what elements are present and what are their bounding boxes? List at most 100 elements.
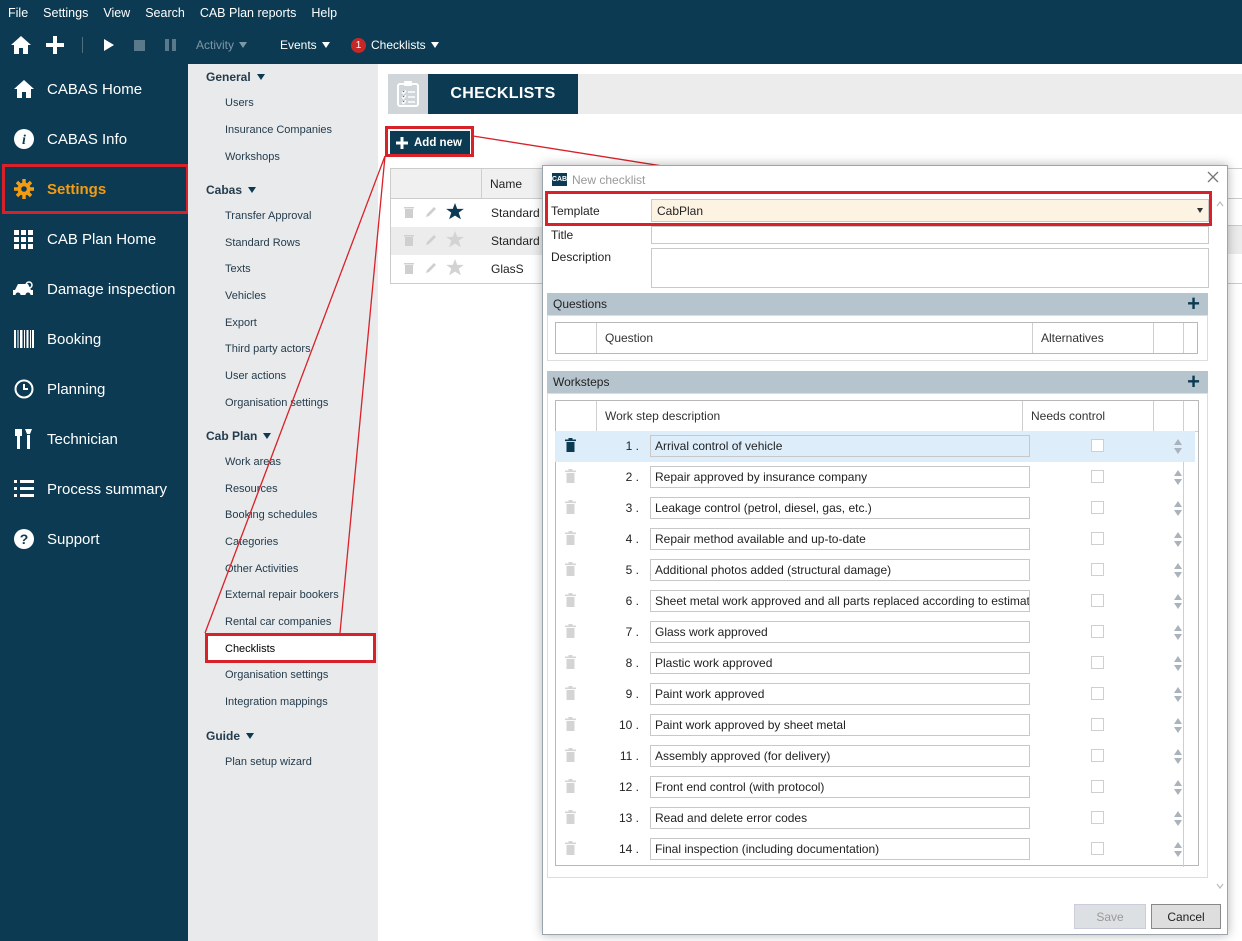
workstep-row[interactable]: 9 . Paint work approved: [555, 679, 1195, 710]
dialog-scrollbar[interactable]: [1213, 196, 1227, 896]
trash-icon[interactable]: [565, 779, 576, 796]
workstep-row[interactable]: 13 . Read and delete error codes: [555, 803, 1195, 834]
trash-icon[interactable]: [565, 624, 576, 641]
reorder-arrows-icon[interactable]: [1173, 468, 1183, 487]
column-divider: [1153, 323, 1154, 353]
title-field[interactable]: [651, 226, 1209, 244]
reorder-arrows-icon[interactable]: [1173, 747, 1183, 766]
column-divider: [1153, 401, 1154, 431]
workstep-number: 13 .: [618, 811, 639, 825]
trash-icon[interactable]: [565, 841, 576, 858]
workstep-description-field[interactable]: Arrival control of vehicle: [650, 435, 1030, 457]
workstep-description-field[interactable]: Read and delete error codes: [650, 807, 1030, 829]
workstep-row[interactable]: 12 . Front end control (with protocol): [555, 772, 1195, 803]
column-divider: [1183, 323, 1184, 353]
workstep-row[interactable]: 7 . Glass work approved: [555, 617, 1195, 648]
add-question-icon[interactable]: +: [1187, 293, 1200, 315]
needs-control-checkbox[interactable]: [1091, 656, 1104, 669]
trash-icon[interactable]: [565, 500, 576, 517]
needs-control-checkbox[interactable]: [1091, 563, 1104, 576]
workstep-description-field[interactable]: Sheet metal work approved and all parts …: [650, 590, 1030, 612]
reorder-arrows-icon[interactable]: [1173, 623, 1183, 642]
trash-icon[interactable]: [565, 438, 576, 455]
workstep-description-field[interactable]: Additional photos added (structural dama…: [650, 559, 1030, 581]
needs-control-checkbox[interactable]: [1091, 501, 1104, 514]
title-label: Title: [551, 228, 574, 242]
trash-icon[interactable]: [565, 655, 576, 672]
workstep-row[interactable]: 2 . Repair approved by insurance company: [555, 462, 1195, 493]
workstep-number: 9 .: [625, 687, 639, 701]
chevron-down-icon: [1197, 208, 1203, 213]
needs-control-checkbox[interactable]: [1091, 532, 1104, 545]
trash-icon[interactable]: [565, 717, 576, 734]
workstep-description-field[interactable]: Paint work approved: [650, 683, 1030, 705]
needs-control-checkbox[interactable]: [1091, 625, 1104, 638]
workstep-number: 11 .: [619, 749, 639, 763]
reorder-arrows-icon[interactable]: [1173, 437, 1183, 456]
description-field[interactable]: [651, 248, 1209, 288]
workstep-description-field[interactable]: Leakage control (petrol, diesel, gas, et…: [650, 497, 1030, 519]
workstep-description-field[interactable]: Assembly approved (for delivery): [650, 745, 1030, 767]
column-divider: [596, 323, 597, 353]
workstep-row[interactable]: 1 . Arrival control of vehicle: [555, 431, 1195, 462]
workstep-number: 12 .: [618, 780, 639, 794]
worksteps-section-header: Worksteps +: [547, 371, 1208, 393]
needs-control-checkbox[interactable]: [1091, 842, 1104, 855]
trash-icon[interactable]: [565, 748, 576, 765]
trash-icon[interactable]: [565, 469, 576, 486]
workstep-row[interactable]: 10 . Paint work approved by sheet metal: [555, 710, 1195, 741]
workstep-row[interactable]: 8 . Plastic work approved: [555, 648, 1195, 679]
trash-icon[interactable]: [565, 531, 576, 548]
app-logo-icon: CAB: [552, 173, 567, 186]
reorder-arrows-icon[interactable]: [1173, 592, 1183, 611]
needs-control-checkbox[interactable]: [1091, 780, 1104, 793]
description-label: Description: [551, 250, 612, 264]
reorder-arrows-icon[interactable]: [1173, 840, 1183, 859]
trash-icon[interactable]: [565, 810, 576, 827]
template-value: CabPlan: [657, 204, 704, 218]
reorder-arrows-icon[interactable]: [1173, 809, 1183, 828]
needs-control-checkbox[interactable]: [1091, 470, 1104, 483]
workstep-number: 3 .: [625, 501, 639, 515]
workstep-number: 4 .: [625, 532, 639, 546]
workstep-description-field[interactable]: Front end control (with protocol): [650, 776, 1030, 798]
section-title: Worksteps: [553, 375, 610, 389]
reorder-arrows-icon[interactable]: [1173, 499, 1183, 518]
workstep-row[interactable]: 6 . Sheet metal work approved and all par…: [555, 586, 1195, 617]
workstep-description-field[interactable]: Paint work approved by sheet metal: [650, 714, 1030, 736]
reorder-arrows-icon[interactable]: [1173, 778, 1183, 797]
trash-icon[interactable]: [565, 686, 576, 703]
add-workstep-icon[interactable]: +: [1187, 371, 1200, 393]
needs-control-checkbox[interactable]: [1091, 439, 1104, 452]
workstep-row[interactable]: 5 . Additional photos added (structural d…: [555, 555, 1195, 586]
workstep-number: 8 .: [625, 656, 639, 670]
workstep-row[interactable]: 3 . Leakage control (petrol, diesel, gas,…: [555, 493, 1195, 524]
cancel-button[interactable]: Cancel: [1151, 904, 1221, 929]
column-divider: [1022, 401, 1023, 431]
trash-icon[interactable]: [565, 593, 576, 610]
workstep-row[interactable]: 11 . Assembly approved (for delivery): [555, 741, 1195, 772]
workstep-description-field[interactable]: Final inspection (including documentatio…: [650, 838, 1030, 860]
reorder-arrows-icon[interactable]: [1173, 561, 1183, 580]
reorder-arrows-icon[interactable]: [1173, 685, 1183, 704]
column-header-needs-control: Needs control: [1031, 409, 1106, 423]
workstep-description-field[interactable]: Glass work approved: [650, 621, 1030, 643]
needs-control-checkbox[interactable]: [1091, 749, 1104, 762]
reorder-arrows-icon[interactable]: [1173, 530, 1183, 549]
needs-control-checkbox[interactable]: [1091, 811, 1104, 824]
reorder-arrows-icon[interactable]: [1173, 654, 1183, 673]
workstep-row[interactable]: 14 . Final inspection (including document…: [555, 834, 1195, 865]
template-select[interactable]: CabPlan: [651, 199, 1209, 222]
needs-control-checkbox[interactable]: [1091, 718, 1104, 731]
workstep-description-field[interactable]: Repair method available and up-to-date: [650, 528, 1030, 550]
save-button[interactable]: Save: [1074, 904, 1146, 929]
workstep-description-field[interactable]: Repair approved by insurance company: [650, 466, 1030, 488]
trash-icon[interactable]: [565, 562, 576, 579]
needs-control-checkbox[interactable]: [1091, 594, 1104, 607]
needs-control-checkbox[interactable]: [1091, 687, 1104, 700]
workstep-description-field[interactable]: Plastic work approved: [650, 652, 1030, 674]
reorder-arrows-icon[interactable]: [1173, 716, 1183, 735]
close-icon[interactable]: [1206, 170, 1220, 187]
questions-table: Question Alternatives: [555, 322, 1198, 354]
workstep-row[interactable]: 4 . Repair method available and up-to-dat…: [555, 524, 1195, 555]
